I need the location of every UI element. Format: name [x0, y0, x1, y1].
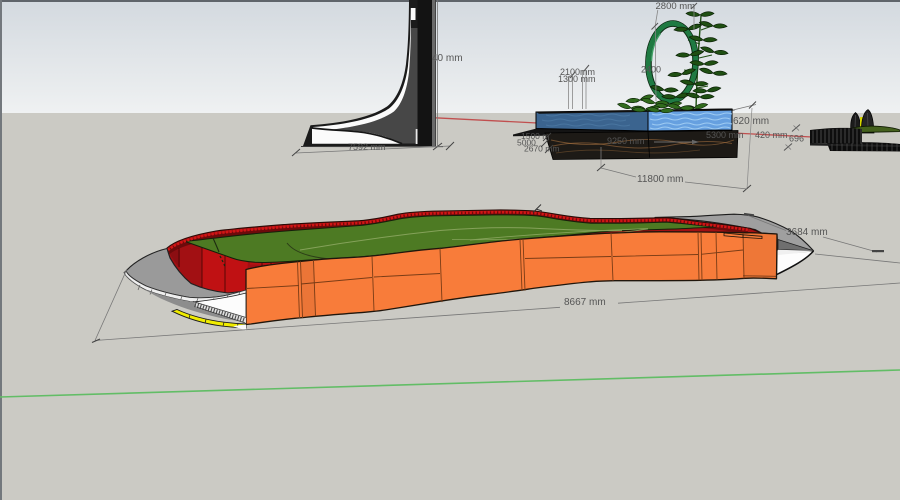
svg-text:2670 mm: 2670 mm: [524, 144, 559, 154]
svg-text:2400: 2400: [641, 65, 661, 75]
svg-text:696: 696: [789, 134, 804, 144]
svg-text:5300 mm: 5300 mm: [706, 130, 744, 140]
svg-text:3684 mm: 3684 mm: [786, 227, 828, 238]
svg-text:1300 mm: 1300 mm: [558, 74, 596, 84]
svg-text:9250 mm: 9250 mm: [607, 136, 645, 146]
svg-text:40 mm: 40 mm: [432, 53, 463, 64]
svg-text:8667 mm: 8667 mm: [564, 297, 606, 308]
svg-text:11800 mm: 11800 mm: [637, 174, 684, 185]
svg-text:2800 mm: 2800 mm: [656, 1, 696, 12]
svg-text:7592 mm: 7592 mm: [348, 142, 386, 152]
svg-text:420 mm: 420 mm: [755, 130, 788, 140]
